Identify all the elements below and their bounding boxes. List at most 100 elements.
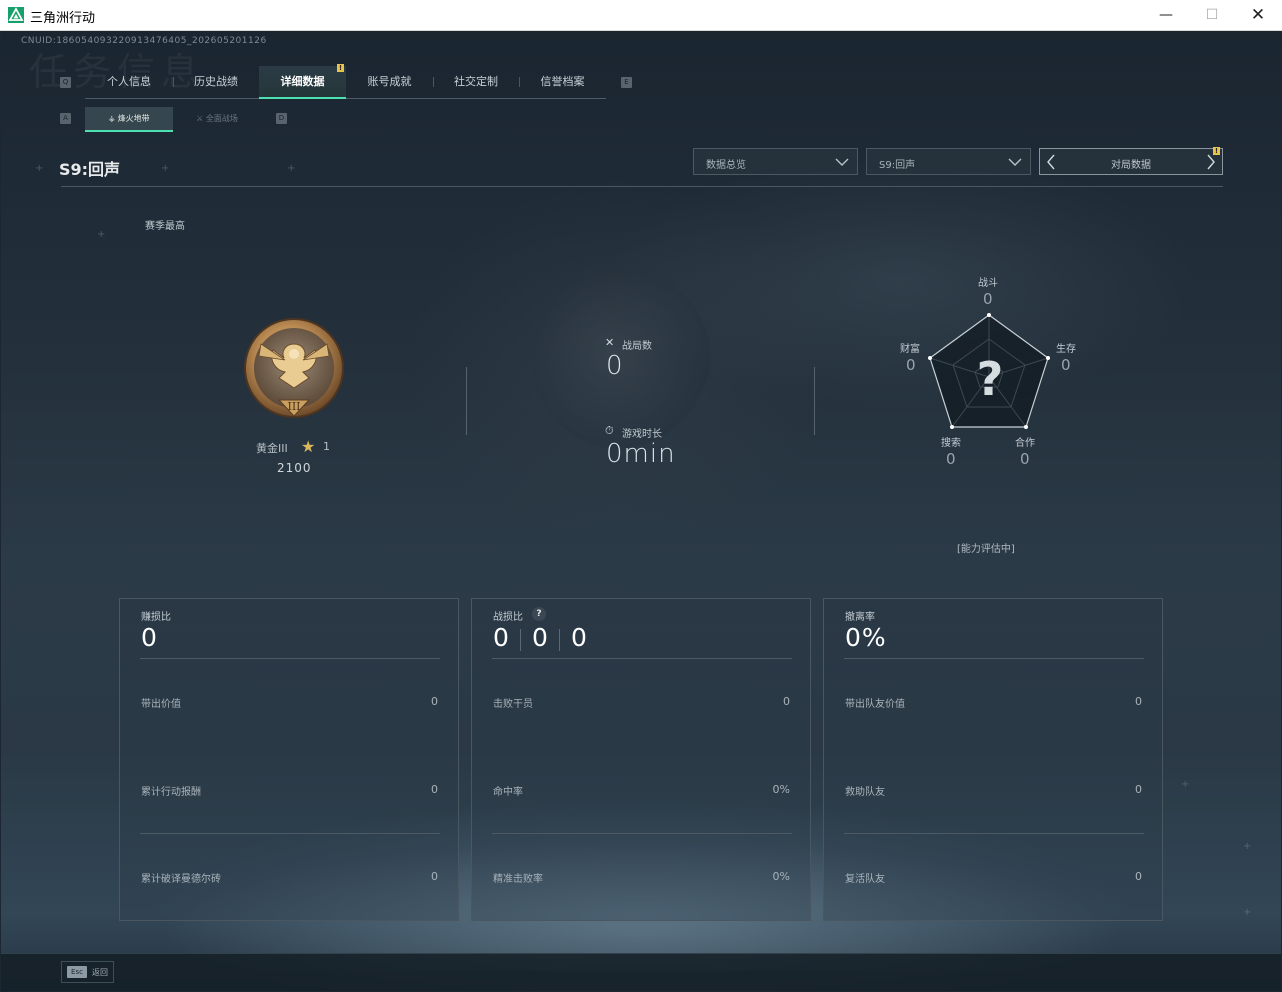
stat-row-value: 0 — [431, 870, 438, 883]
chevron-down-icon — [835, 158, 849, 166]
tab-social-customization[interactable]: 社交定制 — [433, 66, 519, 97]
season-high-label: 赛季最高 — [145, 221, 185, 232]
rank-medal-gold-icon: III — [244, 318, 344, 418]
stat-row-label: 救助队友 — [845, 787, 885, 798]
back-label: 返回 — [92, 968, 108, 977]
panel-divider — [844, 833, 1144, 834]
medal-numeral: III — [287, 400, 300, 413]
subtab-hazard-zone[interactable]: ⚶ 烽火地带 — [85, 107, 173, 132]
stat-row-value: 0 — [431, 695, 438, 708]
ability-assessment-status: [能力评估中] — [957, 544, 1015, 555]
stat-row-label: 命中率 — [493, 787, 523, 798]
grid-marker: + — [161, 163, 170, 174]
profit-ratio-value: 0 — [141, 623, 158, 652]
esc-key-hint: Esc — [67, 966, 87, 978]
panel-divider — [492, 833, 792, 834]
window-titlebar: 三角洲行动 — ☐ ✕ — [0, 0, 1282, 31]
stat-row-label: 复活队友 — [845, 874, 885, 885]
radar-combat-value: 0 — [983, 290, 993, 308]
panel-title: 战损比 — [493, 612, 523, 623]
next-subtab-key-hint[interactable]: D — [276, 113, 287, 124]
kd-ratio-panel: 战损比 ? 0 0 0 击败干员 0 命中率 0% 精准击败率 0% — [471, 598, 811, 921]
stat-row-label: 击败干员 — [493, 699, 533, 710]
assists-value: 0 — [571, 623, 588, 652]
rank-name: 黄金III — [256, 442, 288, 455]
stat-row-value: 0% — [772, 870, 790, 883]
game-viewport: 任务信息 + + + + + + + CNUID:186054093220913… — [1, 31, 1281, 991]
dropdown-value: S9:回声 — [879, 160, 916, 171]
panel-divider — [140, 658, 440, 659]
tab-match-history[interactable]: 历史战绩 — [173, 66, 259, 97]
stat-row-value: 0 — [783, 695, 790, 708]
next-tab-key-hint[interactable]: E — [621, 77, 632, 88]
stat-row-label: 精准击败率 — [493, 874, 543, 885]
playtime-label: 游戏时长 — [622, 429, 662, 440]
grid-marker: + — [97, 229, 106, 240]
stopwatch-icon: ⏱ — [605, 424, 614, 437]
grid-marker: + — [1243, 907, 1252, 918]
tab-reputation-record[interactable]: 信誉档案 — [519, 66, 606, 97]
new-notice-badge: ! — [1213, 147, 1220, 155]
radar-wealth-label: 财富 — [900, 344, 920, 355]
minimize-button[interactable]: — — [1143, 0, 1189, 30]
grid-marker: + — [1181, 779, 1190, 790]
stat-row-value: 0 — [1135, 783, 1142, 796]
help-icon[interactable]: ? — [532, 607, 546, 621]
chevron-right-icon[interactable] — [1205, 154, 1217, 170]
chevron-down-icon — [1008, 158, 1022, 166]
panel-divider — [140, 833, 440, 834]
stat-row-value: 0 — [1135, 695, 1142, 708]
playtime-value: 0min — [606, 439, 676, 469]
window-title: 三角洲行动 — [30, 11, 96, 26]
stat-row-value: 0% — [772, 783, 790, 796]
close-button[interactable]: ✕ — [1235, 0, 1281, 30]
rank-star-count: 1 — [323, 440, 330, 453]
stat-row-label: 累计破译曼德尔砖 — [141, 874, 221, 885]
radar-search-value: 0 — [946, 450, 956, 468]
panel-divider — [844, 658, 1144, 659]
extraction-rate-value: 0% — [845, 623, 887, 652]
stat-row-value: 0 — [1135, 870, 1142, 883]
prev-subtab-key-hint[interactable]: A — [60, 113, 71, 124]
data-overview-dropdown[interactable]: 数据总览 — [693, 148, 858, 175]
radar-wealth-value: 0 — [906, 356, 916, 374]
header-divider — [61, 186, 1223, 187]
app-logo-icon — [8, 7, 24, 23]
new-notice-badge: ! — [337, 64, 344, 72]
radar-survival-value: 0 — [1061, 356, 1071, 374]
season-dropdown[interactable]: S9:回声 — [866, 148, 1031, 175]
main-tab-bar: 个人信息 历史战绩 详细数据 账号成就 社交定制 信誉档案 — [85, 66, 606, 99]
mode-subtab-bar: ⚶ 烽火地带 ⚔ 全面战场 — [85, 107, 261, 132]
back-button[interactable]: Esc 返回 — [61, 961, 114, 983]
unknown-ability-icon: ? — [977, 352, 1004, 406]
maximize-button[interactable]: ☐ — [1189, 0, 1235, 30]
tab-personal-info[interactable]: 个人信息 — [85, 66, 173, 97]
prev-tab-key-hint[interactable]: Q — [60, 77, 71, 88]
panel-title: 撤离率 — [845, 612, 875, 623]
kd-divider — [520, 629, 521, 651]
section-divider — [814, 367, 815, 435]
panel-divider — [492, 658, 792, 659]
section-divider — [466, 367, 467, 435]
crossed-swords-icon: ✕ — [605, 336, 615, 349]
radar-search-label: 搜索 — [941, 438, 961, 449]
pager-label: 对局数据 — [1111, 160, 1151, 171]
radar-coop-value: 0 — [1020, 450, 1030, 468]
match-data-pager[interactable]: 对局数据 — [1039, 148, 1223, 175]
hazard-zone-icon: ⚶ — [108, 114, 116, 123]
radar-combat-label: 战斗 — [978, 278, 998, 289]
dropdown-value: 数据总览 — [706, 160, 746, 171]
battlefield-icon: ⚔ — [196, 114, 204, 123]
panel-title: 赚损比 — [141, 612, 171, 623]
season-title: S9:回声 — [59, 160, 121, 179]
grid-marker: + — [287, 163, 296, 174]
stat-row-label: 带出队友价值 — [845, 699, 905, 710]
stat-row-value: 0 — [431, 783, 438, 796]
extraction-rate-panel: 撤离率 0% 带出队友价值 0 救助队友 0 复活队友 0 — [823, 598, 1163, 921]
tab-achievements[interactable]: 账号成就 — [346, 66, 433, 97]
grid-marker: + — [1243, 841, 1252, 852]
tab-detailed-data[interactable]: 详细数据 — [259, 66, 346, 99]
subtab-full-battlefield[interactable]: ⚔ 全面战场 — [173, 107, 261, 130]
stat-row-label: 累计行动报酬 — [141, 787, 201, 798]
kills-value: 0 — [493, 623, 510, 652]
